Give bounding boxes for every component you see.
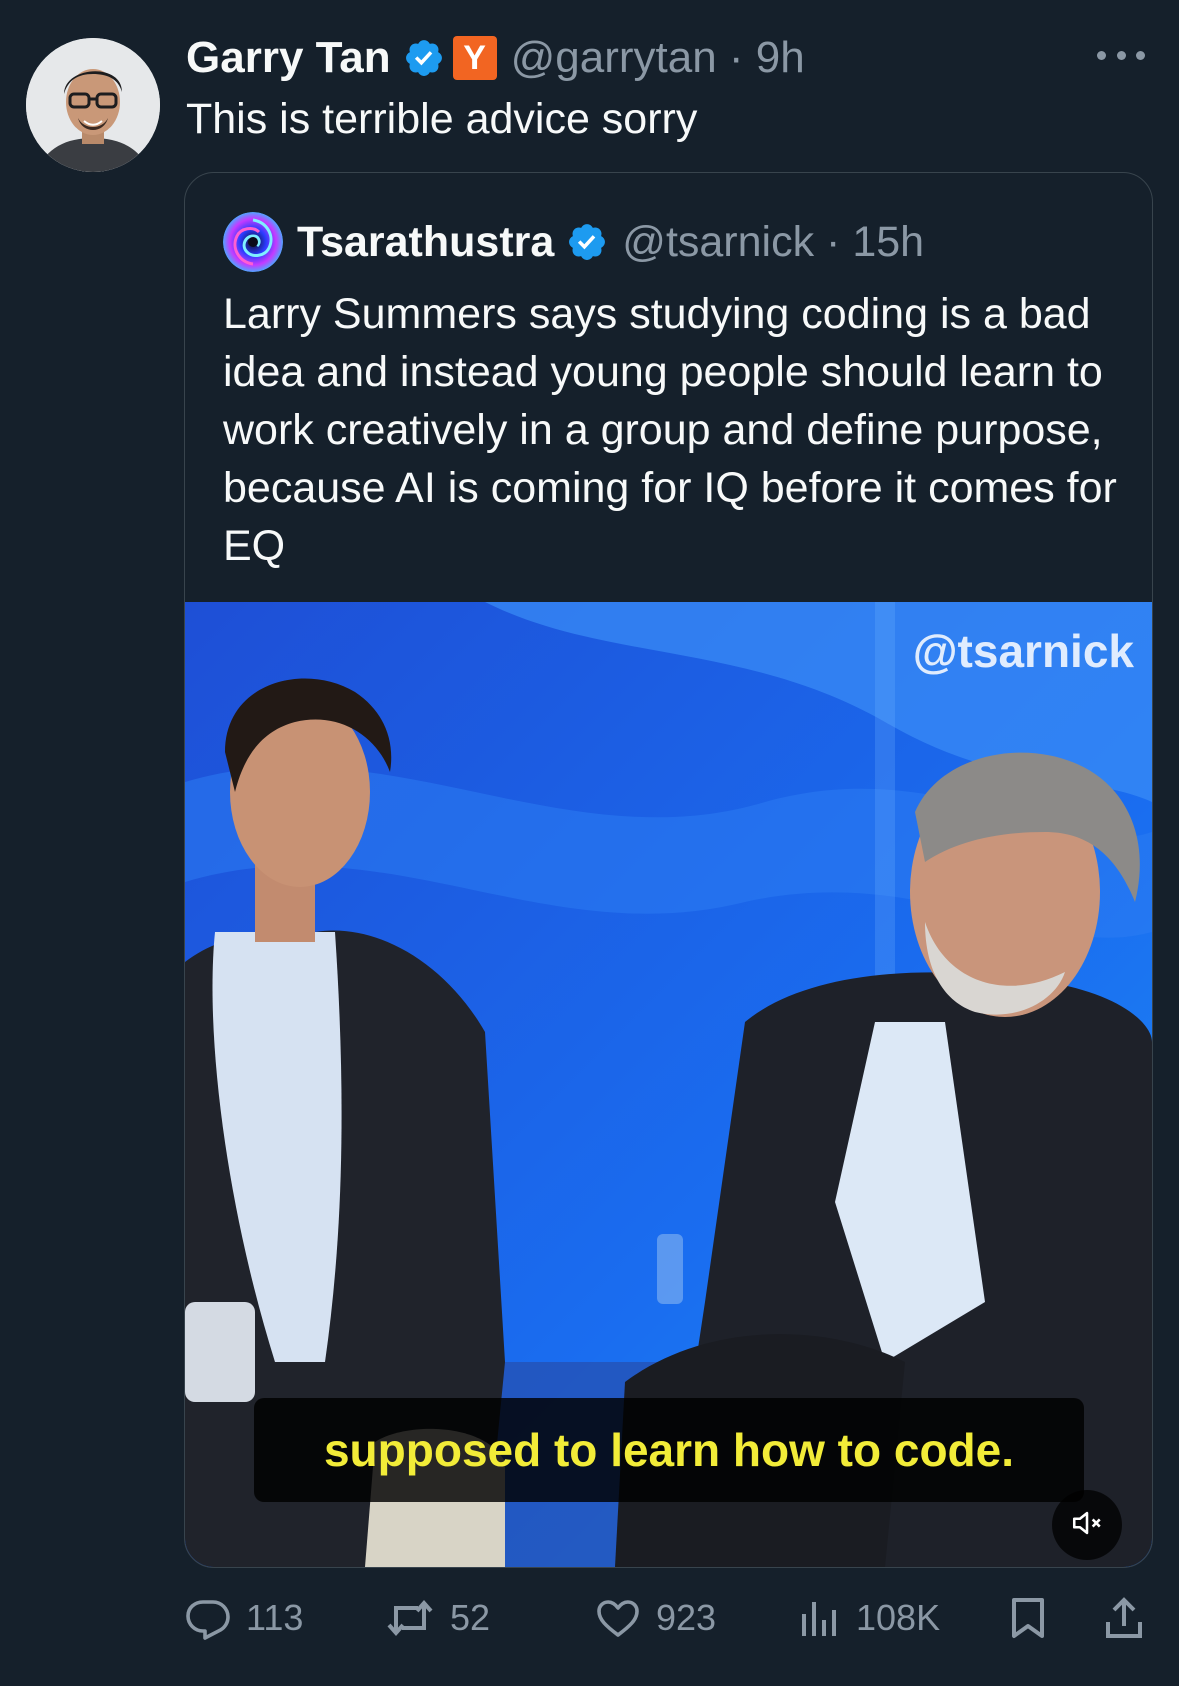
like-button[interactable]: 923 (594, 1588, 716, 1648)
view-count: 108K (856, 1597, 941, 1638)
reply-button[interactable]: 113 (184, 1588, 303, 1648)
tweet-actions: 113 52 923 108K (184, 1588, 1151, 1648)
quoted-tweet[interactable]: Tsarathustra @tsarnick · 15h Larry Summe… (184, 172, 1153, 1568)
tweet-header: Garry Tan Y @garrytan · 9h (186, 30, 805, 86)
bookmark-icon (1006, 1594, 1050, 1642)
tweet-timestamp[interactable]: 9h (756, 33, 805, 82)
quoted-video[interactable]: @tsarnick supposed to learn how to code. (185, 602, 1152, 1567)
reply-icon (184, 1594, 232, 1642)
like-icon (594, 1594, 642, 1642)
views-button[interactable]: 108K (798, 1588, 940, 1648)
quoted-author-handle[interactable]: @tsarnick · 15h (622, 218, 924, 267)
verified-badge-icon (403, 37, 445, 79)
verified-badge-icon (566, 221, 608, 263)
ycombinator-affiliate-badge[interactable]: Y (452, 36, 497, 80)
quoted-tweet-header: Tsarathustra @tsarnick · 15h (223, 211, 924, 273)
video-caption: supposed to learn how to code. (254, 1398, 1084, 1502)
tweet-text: This is terrible advice sorry (186, 95, 698, 143)
retweet-icon (384, 1594, 436, 1642)
like-count: 923 (656, 1597, 717, 1638)
share-button[interactable] (1102, 1588, 1146, 1648)
quoted-author-name[interactable]: Tsarathustra (297, 218, 554, 267)
more-options-icon[interactable] (1097, 40, 1145, 70)
quoted-handle-text: @tsarnick (622, 217, 815, 266)
quoted-tweet-timestamp: 15h (852, 217, 925, 266)
bookmark-button[interactable] (1006, 1588, 1050, 1648)
share-icon (1102, 1594, 1146, 1642)
mute-toggle-button[interactable] (1052, 1490, 1122, 1560)
speaker-muted-icon (1070, 1506, 1104, 1545)
retweet-count: 52 (450, 1597, 491, 1638)
video-watermark: @tsarnick (912, 625, 1134, 677)
author-name[interactable]: Garry Tan (186, 33, 391, 83)
reply-count: 113 (246, 1597, 304, 1638)
quoted-author-avatar[interactable] (223, 212, 283, 272)
author-handle[interactable]: @garrytan · 9h (511, 33, 805, 83)
author-handle-text: @garrytan (510, 33, 717, 82)
tweet[interactable]: Garry Tan Y @garrytan · 9h This is terri… (0, 0, 1179, 1686)
retweet-button[interactable]: 52 (384, 1588, 490, 1648)
views-icon (798, 1594, 842, 1642)
quoted-tweet-text: Larry Summers says studying coding is a … (223, 290, 1117, 570)
author-avatar[interactable] (26, 38, 160, 172)
